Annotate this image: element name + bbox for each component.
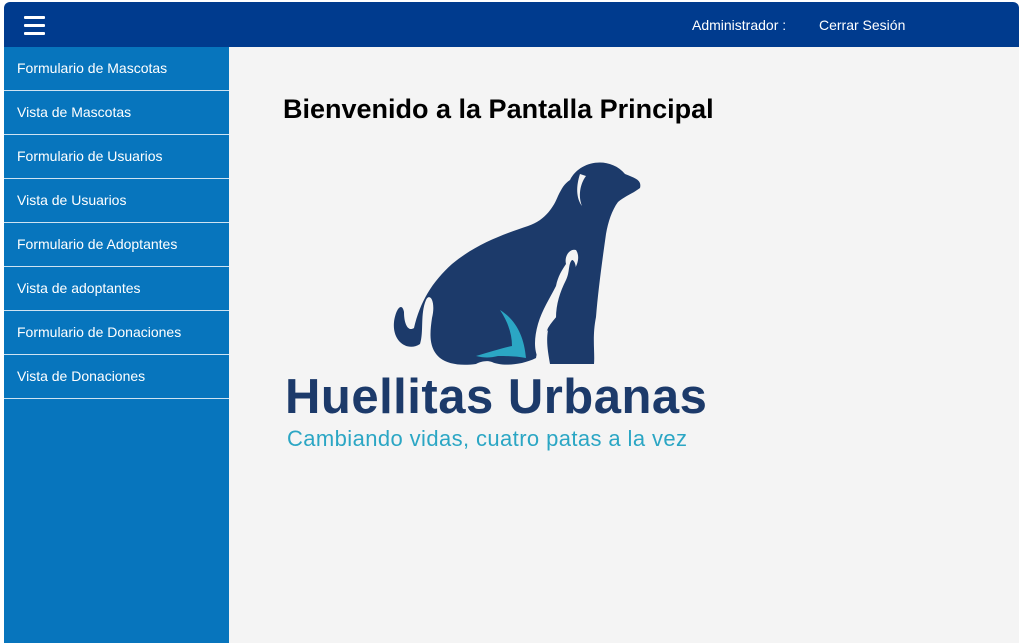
sidebar-item-donation-form[interactable]: Formulario de Donaciones (4, 311, 229, 355)
sidebar: Formulario de Mascotas Vista de Mascotas… (4, 47, 229, 643)
brand-tagline: Cambiando vidas, cuatro patas a la vez (287, 426, 688, 451)
sidebar-item-pet-view[interactable]: Vista de Mascotas (4, 91, 229, 135)
hamburger-line (24, 24, 45, 27)
sidebar-menu: Formulario de Mascotas Vista de Mascotas… (4, 47, 229, 399)
brand-name: Huellitas Urbanas (285, 370, 708, 424)
hamburger-line (24, 32, 45, 35)
hamburger-line (24, 16, 45, 19)
app-window: Administrador : Cerrar Sesión Formulario… (4, 2, 1019, 643)
sidebar-item-adopter-view[interactable]: Vista de adoptantes (4, 267, 229, 311)
sidebar-item-adopter-form[interactable]: Formulario de Adoptantes (4, 223, 229, 267)
page-title: Bienvenido a la Pantalla Principal (283, 94, 714, 124)
hamburger-menu-icon[interactable] (24, 15, 45, 35)
sidebar-item-user-form[interactable]: Formulario de Usuarios (4, 135, 229, 179)
main-content: Bienvenido a la Pantalla Principal Huell… (230, 47, 1019, 643)
sidebar-item-pet-form[interactable]: Formulario de Mascotas (4, 47, 229, 91)
sidebar-item-user-view[interactable]: Vista de Usuarios (4, 179, 229, 223)
sidebar-item-donation-view[interactable]: Vista de Donaciones (4, 355, 229, 399)
top-navbar: Administrador : Cerrar Sesión (4, 2, 1019, 47)
admin-label: Administrador : (692, 17, 787, 33)
logout-link[interactable]: Cerrar Sesión (819, 17, 905, 33)
